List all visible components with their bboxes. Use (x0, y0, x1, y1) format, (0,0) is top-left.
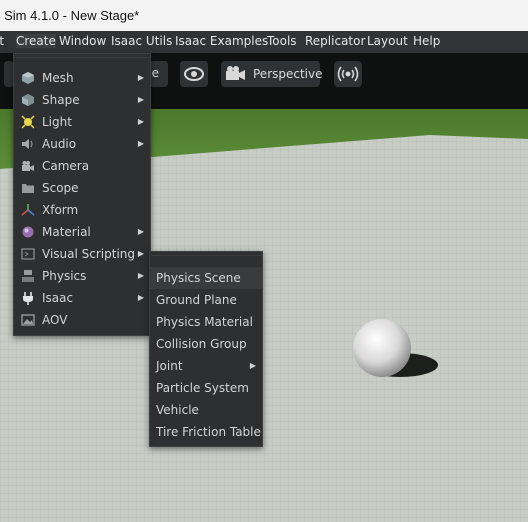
menu-item-xform[interactable]: Xform (14, 199, 150, 221)
submenu-item-ground-plane[interactable]: Ground Plane (150, 289, 262, 311)
menu-item-label: Physics (42, 269, 87, 283)
submenu-arrow-icon: ▶ (137, 95, 144, 104)
menu-grip (14, 57, 150, 62)
menu-item-material[interactable]: Material ▶ (14, 221, 150, 243)
menu-bar: it Create Window Isaac Utils Isaac Examp… (0, 31, 528, 53)
submenu-item-label: Physics Scene (156, 271, 241, 285)
camera-label: Perspective (253, 67, 323, 81)
menu-grip (150, 255, 262, 260)
isaac-plug-icon (23, 292, 33, 305)
submenu-arrow-icon: ▶ (137, 293, 144, 302)
submenu-item-tire-friction-table[interactable]: Tire Friction Table (150, 421, 262, 443)
mesh-icon (22, 72, 34, 84)
menu-item-label: Isaac (42, 291, 74, 305)
menu-replicator[interactable]: Replicator (305, 34, 365, 48)
material-icon (22, 226, 34, 238)
xform-icon (21, 204, 35, 216)
menu-item-label: Xform (42, 203, 79, 217)
menu-help[interactable]: Help (413, 34, 440, 48)
audio-icon (22, 139, 33, 149)
camera-select-button[interactable]: Perspective (221, 61, 323, 87)
menu-item-label: Light (42, 115, 72, 129)
submenu-item-label: Physics Material (156, 315, 253, 329)
menu-item-label: Mesh (42, 71, 74, 85)
submenu-arrow-icon: ▶ (137, 139, 144, 148)
submenu-arrow-icon: ▶ (137, 249, 144, 258)
submenu-item-physics-scene[interactable]: Physics Scene (150, 267, 262, 289)
submenu-item-label: Collision Group (156, 337, 247, 351)
menu-item-physics[interactable]: Physics ▶ (14, 265, 150, 287)
submenu-item-label: Vehicle (156, 403, 199, 417)
light-icon (21, 115, 35, 129)
menu-item-scope[interactable]: Scope (14, 177, 150, 199)
submenu-arrow-icon: ▶ (249, 361, 256, 370)
submenu-item-label: Tire Friction Table (156, 425, 261, 439)
menu-item-camera[interactable]: Camera (14, 155, 150, 177)
menu-item-mesh[interactable]: Mesh ▶ (14, 67, 150, 89)
eye-icon (184, 67, 204, 81)
submenu-arrow-icon: ▶ (137, 271, 144, 280)
create-menu: Mesh ▶ Shape ▶ Light ▶ Audio ▶ Camera Sc… (13, 53, 151, 336)
menu-item-shape[interactable]: Shape ▶ (14, 89, 150, 111)
submenu-item-label: Ground Plane (156, 293, 237, 307)
broadcast-button[interactable] (334, 61, 362, 87)
submenu-item-label: Particle System (156, 381, 249, 395)
menu-item-isaac[interactable]: Isaac ▶ (14, 287, 150, 309)
visual-scripting-icon (21, 248, 35, 260)
menu-item-visual-scripting[interactable]: Visual Scripting ▶ (14, 243, 150, 265)
submenu-arrow-icon: ▶ (137, 73, 144, 82)
submenu-item-vehicle[interactable]: Vehicle (150, 399, 262, 421)
menu-item-label: Material (42, 225, 91, 239)
submenu-item-particle-system[interactable]: Particle System (150, 377, 262, 399)
menu-item-label: Scope (42, 181, 79, 195)
submenu-item-physics-material[interactable]: Physics Material (150, 311, 262, 333)
menu-isaac-examples[interactable]: Isaac Examples (175, 34, 268, 48)
menu-item-label: Shape (42, 93, 80, 107)
submenu-item-label: Joint (156, 359, 183, 373)
submenu-arrow-icon: ▶ (137, 117, 144, 126)
menu-item-light[interactable]: Light ▶ (14, 111, 150, 133)
physics-icon (22, 270, 34, 282)
menu-window[interactable]: Window (59, 34, 106, 48)
menu-edit[interactable]: it (0, 34, 4, 48)
submenu-arrow-icon: ▶ (137, 227, 144, 236)
window-title-bar: c Sim 4.1.0 - New Stage* (0, 0, 528, 31)
sphere-object[interactable] (353, 319, 411, 377)
menu-item-label: Camera (42, 159, 90, 173)
menu-layout[interactable]: Layout (367, 34, 408, 48)
window-title: c Sim 4.1.0 - New Stage* (0, 8, 140, 23)
broadcast-icon (337, 66, 359, 82)
menu-create[interactable]: Create (16, 34, 56, 48)
menu-item-aov[interactable]: AOV (14, 309, 150, 331)
physics-submenu: Physics Scene Ground Plane Physics Mater… (149, 251, 263, 447)
menu-item-label: Visual Scripting (42, 247, 135, 261)
menu-item-label: AOV (42, 313, 68, 327)
shape-icon (22, 94, 34, 106)
submenu-item-collision-group[interactable]: Collision Group (150, 333, 262, 355)
menu-item-label: Audio (42, 137, 77, 151)
image-icon (21, 314, 35, 326)
camera-icon (226, 66, 245, 80)
visibility-button[interactable] (180, 61, 208, 87)
menu-item-audio[interactable]: Audio ▶ (14, 133, 150, 155)
camera-icon (22, 161, 34, 171)
menu-tools[interactable]: Tools (267, 34, 297, 48)
submenu-item-joint[interactable]: Joint ▶ (150, 355, 262, 377)
menu-isaac-utils[interactable]: Isaac Utils (111, 34, 172, 48)
folder-icon (22, 184, 34, 193)
